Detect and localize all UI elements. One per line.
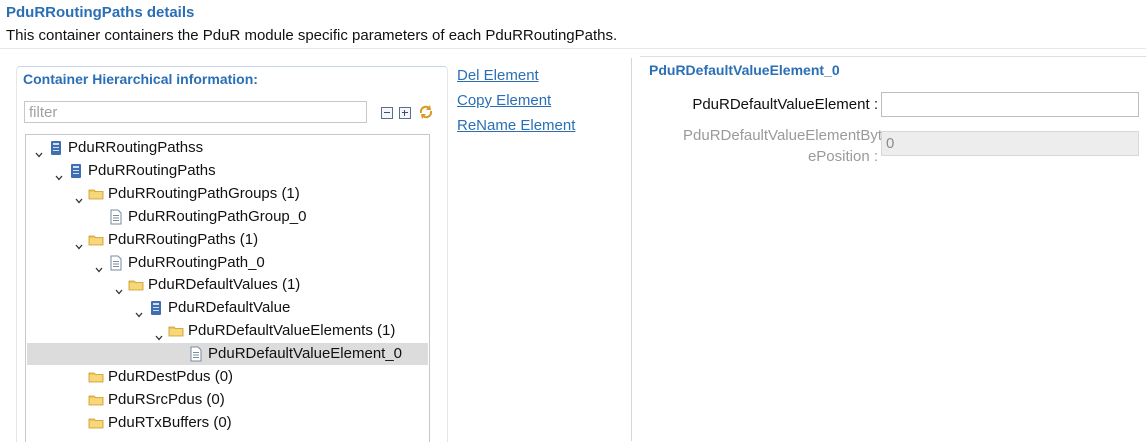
- tree-item-label: PduRDefaultValueElement_0: [208, 345, 403, 363]
- default-value-element-label: PduRDefaultValueElement :: [692, 96, 878, 113]
- module-icon: [148, 300, 164, 316]
- tree-item-label: PduRDefaultValueElements (1): [188, 322, 396, 340]
- byte-position-label: PduRDefaultValueElementByt ePosition :: [640, 125, 882, 167]
- tree-item[interactable]: PduRDefaultValue: [27, 297, 428, 319]
- tree-item-label: PduRRoutingPath_0: [128, 253, 265, 271]
- folder-icon: [88, 392, 104, 408]
- byte-position-label-line1: PduRDefaultValueElementByt: [683, 127, 882, 144]
- tree-item-label: PduRRoutingPathss: [68, 139, 204, 156]
- tree-item-label: PduRTxBuffers (0): [108, 413, 232, 431]
- byte-position-label-line2: ePosition :: [807, 148, 878, 165]
- document-icon: [108, 209, 124, 225]
- folder-icon: [88, 415, 104, 431]
- chevron-down-icon[interactable]: [35, 144, 43, 158]
- tree-item[interactable]: PduRTxBuffers (0): [27, 412, 428, 434]
- tree-item[interactable]: PduRRoutingPaths (1): [27, 229, 428, 251]
- tree-item[interactable]: PduRDefaultValueElements (1): [27, 320, 428, 342]
- hierarchy-panel-title: Container Hierarchical information:: [23, 71, 258, 87]
- module-icon: [48, 140, 64, 156]
- sync-icon[interactable]: [418, 104, 434, 120]
- element-details-title: PduRDefaultValueElement_0: [649, 62, 840, 78]
- tree-item[interactable]: PduRDestPdus (0): [27, 366, 428, 388]
- folder-icon: [88, 186, 104, 202]
- folder-icon: [88, 369, 104, 385]
- tree-item[interactable]: PduRRoutingPath_0: [27, 252, 428, 274]
- chevron-down-icon[interactable]: [75, 236, 83, 250]
- tree-item[interactable]: PduRRoutingPathss: [27, 137, 428, 159]
- tree-item[interactable]: PduRDefaultValueElement_0: [27, 343, 428, 366]
- tree-item[interactable]: PduRSrcPdus (0): [27, 389, 428, 411]
- right-panel-top-border: [640, 56, 1146, 57]
- panel-divider: [631, 58, 632, 441]
- chevron-down-icon[interactable]: [135, 304, 143, 318]
- tree-item[interactable]: PduRRoutingPaths: [27, 160, 428, 182]
- folder-icon: [168, 323, 184, 339]
- tree-item[interactable]: PduRRoutingPathGroup_0: [27, 206, 428, 228]
- chevron-down-icon[interactable]: [55, 167, 63, 181]
- default-value-element-input[interactable]: [881, 92, 1139, 117]
- chevron-down-icon[interactable]: [95, 259, 103, 272]
- folder-icon: [128, 277, 144, 293]
- chevron-down-icon[interactable]: [75, 190, 83, 204]
- module-icon: [68, 163, 84, 179]
- hierarchy-tree: PduRRoutingPathss PduRRoutingPaths PduRRou…: [25, 134, 430, 442]
- tree-item-label: PduRRoutingPathGroup_0: [128, 207, 307, 225]
- tree-item-label: PduRRoutingPathGroups (1): [108, 184, 300, 202]
- tree-item-label: PduRRoutingPaths: [88, 161, 216, 179]
- del-element-link[interactable]: Del Element: [457, 67, 539, 84]
- byte-position-input: [881, 131, 1139, 156]
- tree-item[interactable]: PduRRoutingPathGroups (1): [27, 183, 428, 205]
- expand-all-icon[interactable]: [399, 107, 411, 119]
- details-description: This container containers the PduR modul…: [6, 27, 618, 44]
- tree-item-label: PduRDestPdus (0): [108, 368, 234, 385]
- filter-input[interactable]: [24, 101, 367, 123]
- document-icon: [188, 346, 204, 362]
- tree-item[interactable]: PduRDefaultValues (1): [27, 274, 428, 296]
- chevron-down-icon[interactable]: [155, 327, 163, 341]
- collapse-all-icon[interactable]: [381, 107, 393, 119]
- copy-element-link[interactable]: Copy Element: [457, 92, 551, 109]
- folder-icon: [88, 232, 104, 248]
- rename-element-link[interactable]: ReName Element: [457, 117, 575, 134]
- document-icon: [108, 255, 124, 271]
- chevron-down-icon[interactable]: [115, 281, 123, 295]
- tree-item-label: PduRSrcPdus (0): [108, 390, 225, 408]
- tree-item-label: PduRDefaultValues (1): [148, 276, 301, 294]
- hierarchy-panel: Container Hierarchical information: PduR…: [16, 66, 448, 442]
- tree-item-label: PduRDefaultValue: [168, 299, 291, 317]
- details-title: PduRRoutingPaths details: [6, 4, 195, 21]
- header-divider: [0, 48, 1146, 49]
- tree-item-label: PduRRoutingPaths (1): [108, 230, 259, 248]
